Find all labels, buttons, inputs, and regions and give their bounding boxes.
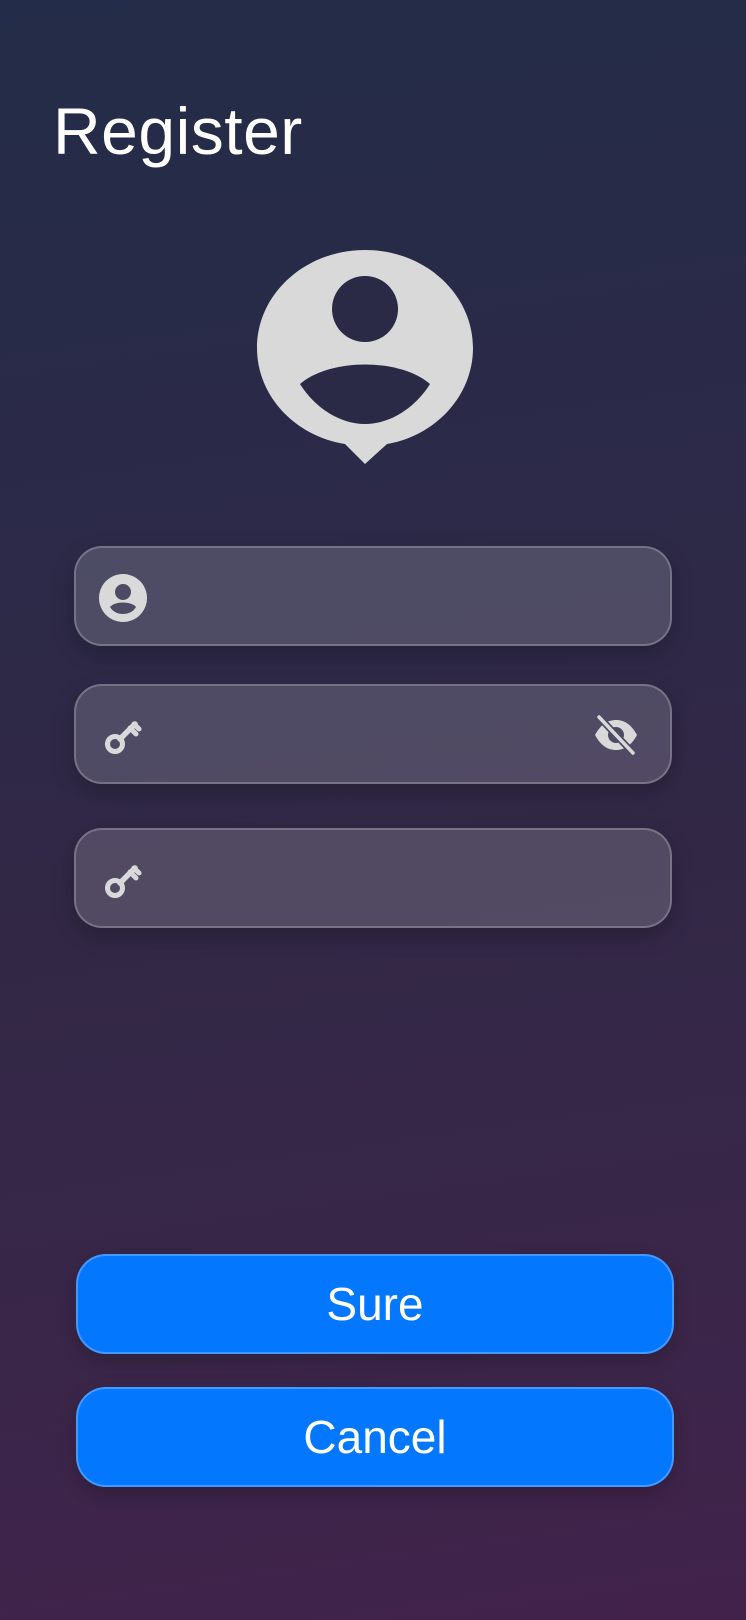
password-input[interactable] — [168, 686, 580, 784]
eye-off-icon[interactable] — [592, 713, 640, 757]
confirm-password-field — [74, 828, 672, 928]
key-icon — [98, 711, 148, 761]
page-title: Register — [53, 94, 303, 168]
user-avatar-pin-icon — [255, 248, 475, 476]
key-icon — [98, 855, 148, 905]
username-input[interactable] — [168, 548, 580, 646]
username-field — [74, 546, 672, 646]
account-circle-icon — [98, 573, 148, 623]
sure-button[interactable]: Sure — [76, 1254, 674, 1354]
confirm-password-input[interactable] — [168, 830, 580, 928]
password-field — [74, 684, 672, 784]
cancel-button[interactable]: Cancel — [76, 1387, 674, 1487]
